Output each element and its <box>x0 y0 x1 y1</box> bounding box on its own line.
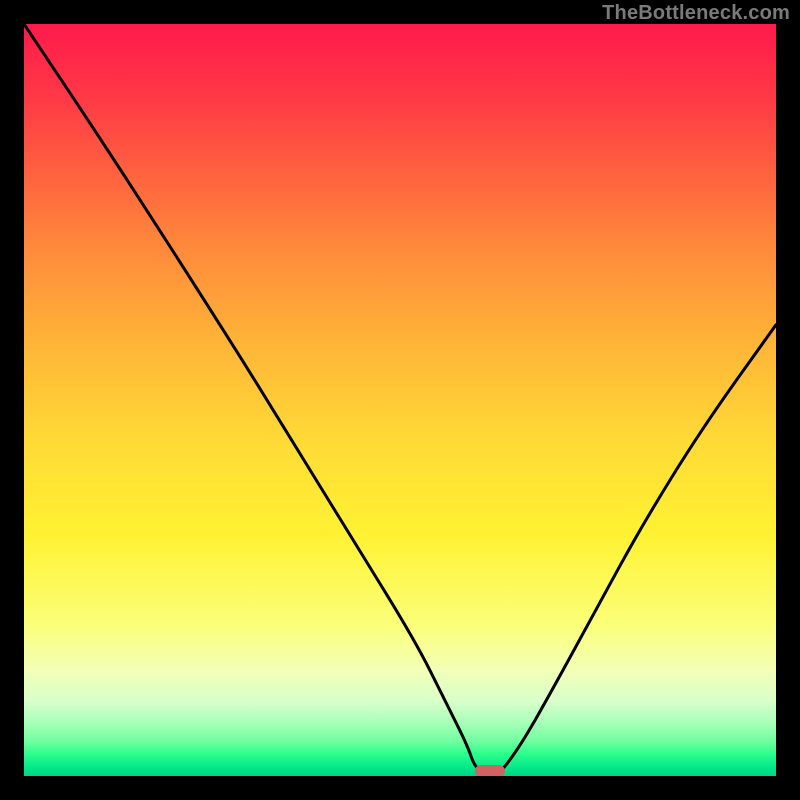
bottleneck-curve <box>24 24 776 776</box>
plot-area <box>24 24 776 776</box>
watermark-text: TheBottleneck.com <box>602 2 790 25</box>
optimal-point-marker <box>475 765 505 776</box>
chart-frame: TheBottleneck.com <box>0 0 800 800</box>
curve-layer <box>24 24 776 776</box>
